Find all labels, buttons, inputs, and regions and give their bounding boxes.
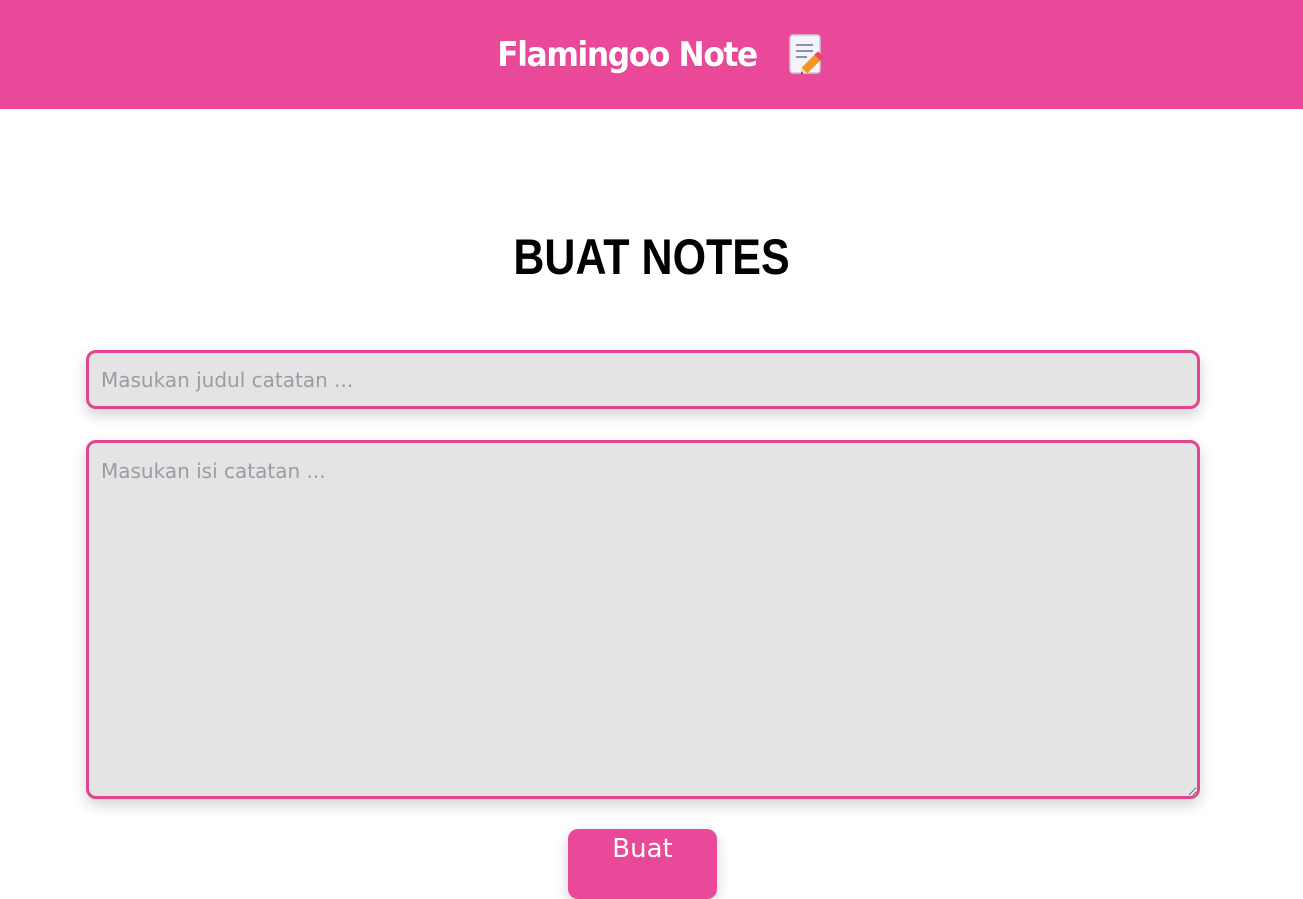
note-body-textarea[interactable]: [86, 440, 1200, 799]
app-title: Flamingoo Note: [497, 34, 759, 75]
brand[interactable]: Flamingoo Note: [486, 32, 826, 78]
navbar: Flamingoo Note: [0, 0, 1303, 109]
note-title-input[interactable]: [86, 350, 1200, 409]
page-title: BUAT NOTES: [513, 229, 790, 285]
create-note-button[interactable]: Buat: [568, 829, 717, 899]
memo-pencil-icon: [788, 33, 824, 74]
